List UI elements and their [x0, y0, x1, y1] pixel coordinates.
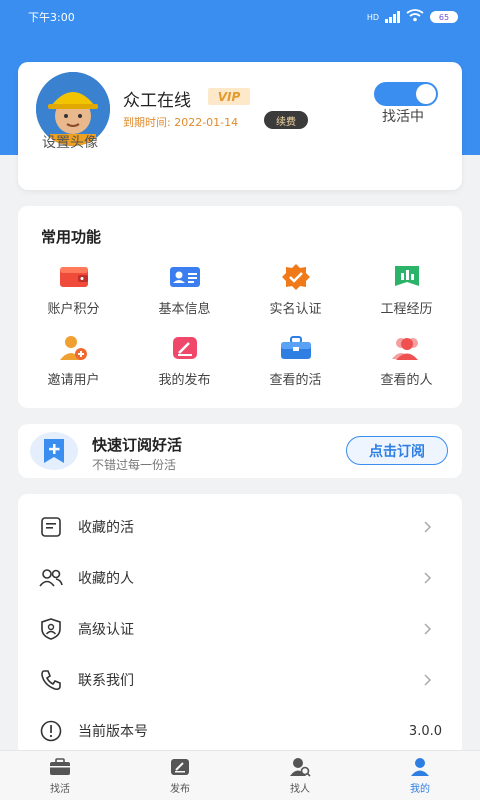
chevron-right-icon	[422, 571, 434, 585]
tab-label: 找活	[50, 783, 70, 795]
profile-icon	[409, 757, 431, 777]
func-label: 我的发布	[158, 373, 211, 388]
toggle-label: 找活中	[382, 109, 424, 125]
subscribe-title: 快速订阅好活	[92, 436, 183, 454]
menu-item-advanced-verify[interactable]: 高级认证	[18, 604, 462, 654]
func-project-experience[interactable]: 工程经历	[351, 262, 462, 333]
menu-label: 收藏的活	[78, 520, 134, 536]
menu-label: 联系我们	[78, 673, 134, 689]
func-basic-info[interactable]: 基本信息	[129, 262, 240, 333]
phone-icon	[38, 667, 64, 693]
edit-icon	[169, 757, 191, 777]
job-seeking-toggle[interactable]	[374, 82, 438, 106]
chevron-right-icon	[422, 622, 434, 636]
subscribe-icon	[30, 432, 78, 470]
my-posts-icon	[169, 333, 201, 363]
toggle-knob	[416, 84, 436, 104]
vip-badge: VIP	[208, 88, 250, 105]
user-name: 众工在线	[123, 91, 191, 111]
function-grid: 账户积分 基本信息 实名认证 工程经历 邀请用户 我的发布 查看的活 查看的人	[18, 262, 462, 404]
func-real-name-verify[interactable]: 实名认证	[240, 262, 351, 333]
verified-badge-icon	[280, 262, 312, 292]
tab-label: 我的	[410, 783, 430, 795]
battery-icon: 65	[430, 11, 458, 23]
subscribe-card: 快速订阅好活 不错过每一份活 点击订阅	[18, 424, 462, 478]
tab-find-jobs[interactable]: 找活	[0, 751, 120, 800]
bottom-tab-bar: 找活 发布 找人 我的	[0, 750, 480, 800]
tab-publish[interactable]: 发布	[120, 751, 240, 800]
briefcase-icon	[49, 757, 71, 777]
version-number: 3.0.0	[408, 723, 442, 739]
status-icons: HD 65	[367, 9, 458, 25]
menu-item-version[interactable]: 当前版本号 3.0.0	[18, 706, 462, 756]
network-label: HD	[366, 12, 379, 22]
func-label: 账户积分	[47, 302, 100, 317]
info-icon	[38, 718, 64, 744]
func-label: 查看的人	[380, 373, 433, 388]
func-viewed-people[interactable]: 查看的人	[351, 333, 462, 404]
func-my-posts[interactable]: 我的发布	[129, 333, 240, 404]
expire-date: 到期时间: 2022-01-14	[123, 116, 239, 129]
menu-item-saved-jobs[interactable]: 收藏的活	[18, 502, 462, 552]
chevron-right-icon	[422, 673, 434, 687]
func-label: 邀请用户	[47, 373, 100, 388]
avatar-caption[interactable]: 设置头像	[42, 132, 98, 152]
section-title: 常用功能	[41, 228, 102, 246]
func-account-points[interactable]: 账户积分	[18, 262, 129, 333]
document-icon	[38, 514, 64, 540]
func-label: 基本信息	[158, 302, 211, 317]
menu-item-saved-people[interactable]: 收藏的人	[18, 553, 462, 603]
subscribe-subtitle: 不错过每一份活	[92, 458, 177, 472]
tab-mine[interactable]: 我的	[360, 751, 480, 800]
project-chart-icon	[391, 262, 423, 292]
status-time: 下午3:00	[28, 11, 75, 24]
find-person-icon	[289, 757, 311, 777]
toolbox-icon	[280, 333, 312, 363]
tab-find-people[interactable]: 找人	[240, 751, 360, 800]
func-label: 工程经历	[380, 302, 433, 317]
func-viewed-jobs[interactable]: 查看的活	[240, 333, 351, 404]
renew-button[interactable]: 续费	[264, 111, 308, 129]
settings-menu: 收藏的活 收藏的人 高级认证 联系我们 当前版本号 3.0.0	[18, 494, 462, 756]
status-bar: 下午3:00 HD 65	[0, 0, 480, 34]
tab-label: 找人	[290, 783, 310, 795]
invite-user-icon	[58, 333, 90, 363]
menu-label: 当前版本号	[78, 724, 148, 740]
people-icon	[391, 333, 423, 363]
signal-icon	[385, 11, 400, 23]
id-card-icon	[169, 262, 201, 292]
menu-item-contact-us[interactable]: 联系我们	[18, 655, 462, 705]
profile-card: 设置头像 众工在线 VIP 到期时间: 2022-01-14 续费 找活中	[18, 62, 462, 190]
wifi-icon	[406, 9, 424, 25]
shield-icon	[38, 616, 64, 642]
tab-label: 发布	[170, 783, 190, 795]
subscribe-button[interactable]: 点击订阅	[346, 436, 448, 465]
func-invite-user[interactable]: 邀请用户	[18, 333, 129, 404]
people-outline-icon	[38, 565, 64, 591]
wallet-icon	[58, 262, 90, 292]
func-label: 查看的活	[269, 373, 322, 388]
menu-label: 收藏的人	[78, 571, 134, 587]
chevron-right-icon	[422, 520, 434, 534]
common-functions-card: 常用功能 账户积分 基本信息 实名认证 工程经历 邀请用户 我的发布 查看的活 …	[18, 206, 462, 408]
menu-label: 高级认证	[78, 622, 134, 638]
func-label: 实名认证	[269, 302, 322, 317]
